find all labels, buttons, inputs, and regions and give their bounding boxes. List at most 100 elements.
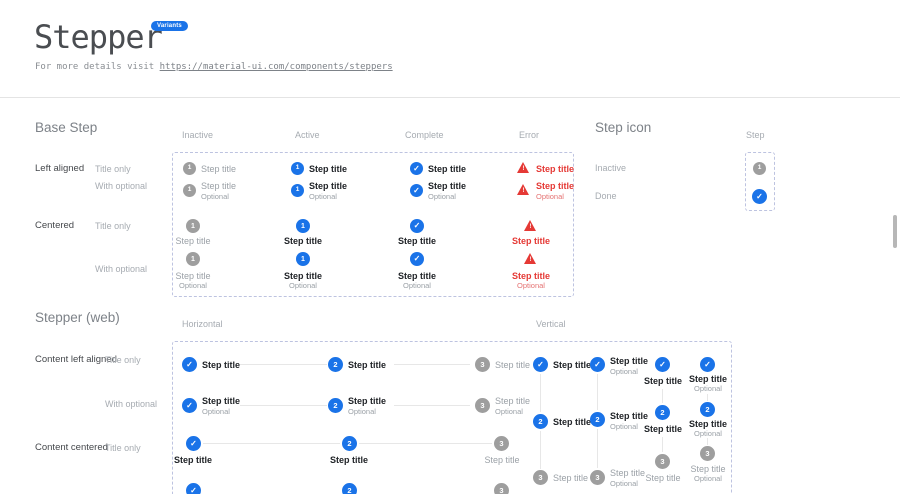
step-icon-complete: ✓ (410, 252, 424, 266)
step-title-label: Step title (495, 360, 530, 370)
step-title-label: Step title (271, 236, 335, 246)
section-heading-step-icon: Step icon (595, 120, 651, 135)
step-title-label: Step title (201, 181, 236, 191)
step-title-label: Step title (676, 419, 740, 429)
optional-label: Optional (201, 192, 229, 201)
check-icon: ✓ (413, 187, 420, 195)
row-variant-with-optional: With optional (105, 399, 157, 409)
check-icon: ✓ (414, 222, 421, 230)
error-icon: ! (517, 184, 530, 196)
exclamation-mark: ! (517, 166, 530, 173)
optional-label: Optional (271, 281, 335, 290)
step-title-label: Step title (309, 164, 347, 174)
step-icon-inactive: 1 (753, 162, 766, 175)
step-icon-active: 2 (590, 412, 605, 427)
step-icon-complete: ✓ (182, 357, 197, 372)
step-title-label: Step title (553, 417, 591, 427)
connector-line (662, 437, 663, 452)
step-number: 2 (333, 402, 337, 410)
step-title-label: Step title (428, 181, 466, 191)
step-icon-inactive: 3 (475, 398, 490, 413)
optional-label: Optional (202, 407, 230, 416)
step-icon-active: 2 (655, 405, 670, 420)
step-title-label: Step title (467, 455, 537, 465)
material-ui-link[interactable]: https://material-ui.com/components/stepp… (160, 62, 393, 72)
step-number: 1 (758, 165, 762, 172)
optional-label: Optional (676, 474, 740, 483)
connector-line (394, 405, 470, 406)
step-number: 1 (191, 223, 195, 230)
row-group-centered: Centered (35, 220, 74, 231)
connector-line (540, 374, 541, 412)
step-icon-inactive: 1 (186, 252, 200, 266)
step-number: 3 (660, 458, 664, 466)
check-icon: ✓ (186, 402, 193, 410)
step-title-label: Step title (610, 411, 648, 421)
scrollbar-thumb[interactable] (893, 215, 897, 248)
optional-label: Optional (676, 384, 740, 393)
error-icon: ! (524, 220, 537, 232)
step-title-label: Step title (202, 396, 240, 406)
row-variant-with-optional: With optional (95, 181, 147, 191)
step-icon-complete: ✓ (182, 398, 197, 413)
step-icon-inactive: 1 (183, 184, 196, 197)
step-icon-complete: ✓ (533, 357, 548, 372)
check-icon: ✓ (414, 255, 421, 263)
row-variant-title-only: Title only (95, 164, 131, 174)
step-title-label: Step title (536, 164, 574, 174)
exclamation-mark: ! (524, 224, 537, 231)
column-header-horizontal: Horizontal (182, 319, 223, 329)
step-icon-active: 1 (296, 219, 310, 233)
step-icon-active: 2 (700, 402, 715, 417)
step-icon-active: 1 (291, 184, 304, 197)
subtitle-text: For more details visit (35, 62, 160, 72)
check-icon: ✓ (594, 361, 601, 369)
step-title-label: Step title (348, 396, 386, 406)
step-title-label: Step title (499, 271, 563, 281)
header-divider (0, 97, 900, 98)
column-header-vertical: Vertical (536, 319, 566, 329)
step-number: 2 (538, 418, 542, 426)
row-variant-title-only: Title only (105, 443, 141, 453)
step-icon-done: ✓ (752, 189, 767, 204)
connector-line (540, 431, 541, 469)
connector-line (662, 389, 663, 403)
connector-line (240, 405, 327, 406)
column-header-inactive: Inactive (182, 130, 213, 140)
step-icon-inactive: 3 (494, 436, 509, 451)
step-icon-complete: ✓ (410, 184, 423, 197)
step-icon-inactive: 3 (475, 357, 490, 372)
step-icon-inactive: 3 (494, 483, 509, 494)
step-title-label: Step title (271, 271, 335, 281)
step-number: 3 (480, 402, 484, 410)
step-number: 2 (333, 361, 337, 369)
connector-line (707, 438, 708, 445)
step-icon-inactive: 3 (700, 446, 715, 461)
step-number: 3 (499, 440, 503, 448)
step-icon-inactive: 3 (533, 470, 548, 485)
step-number: 2 (705, 406, 709, 414)
step-title-label: Step title (428, 164, 466, 174)
step-title-label: Step title (676, 374, 740, 384)
step-icon-active: 2 (328, 357, 343, 372)
row-variant-title-only: Title only (105, 355, 141, 365)
step-number: 3 (538, 474, 542, 482)
step-title-label: Step title (161, 271, 225, 281)
step-title-label: Step title (385, 271, 449, 281)
section-heading-stepper-web: Stepper (web) (35, 310, 120, 325)
optional-label: Optional (309, 192, 337, 201)
check-icon: ✓ (704, 361, 711, 369)
optional-label: Optional (676, 429, 740, 438)
connector-line (394, 364, 470, 365)
error-icon: ! (517, 162, 530, 174)
section-heading-base-step: Base Step (35, 120, 97, 135)
stepper-spec-page: Stepper Variants For more details visit … (0, 0, 900, 494)
step-icon-complete: ✓ (700, 357, 715, 372)
step-number: 1 (296, 187, 300, 194)
step-icon-active: 2 (533, 414, 548, 429)
step-title-label: Step title (348, 360, 386, 370)
error-icon: ! (524, 253, 537, 265)
check-icon: ✓ (537, 361, 544, 369)
exclamation-mark: ! (524, 257, 537, 264)
row-group-content-centered: Content centered (35, 442, 108, 453)
